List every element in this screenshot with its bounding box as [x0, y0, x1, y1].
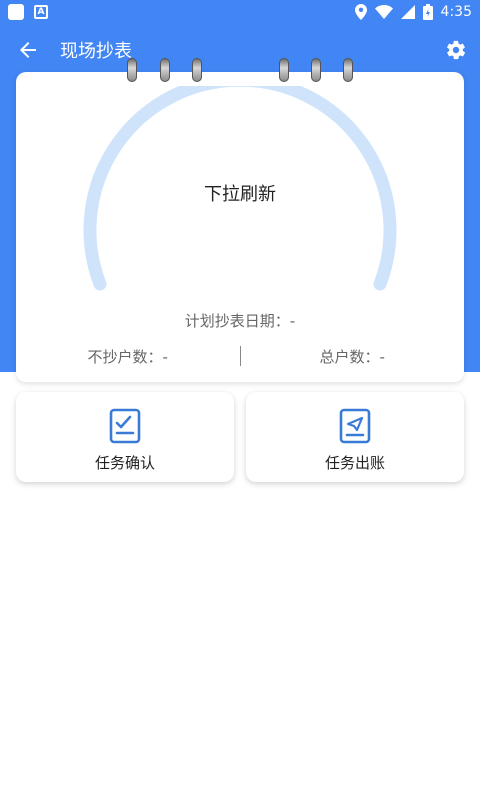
location-icon: [354, 4, 367, 20]
binder-ring: [192, 58, 202, 82]
task-confirm-icon: [109, 408, 141, 444]
meter-summary-card: 下拉刷新 计划抄表日期：- 不抄户数：- 总户数：-: [16, 72, 464, 382]
total-count: 总户数：-: [319, 347, 385, 366]
arrow-left-icon: [20, 42, 36, 58]
binder-ring: [160, 58, 170, 82]
plan-date-label: 计划抄表日期：-: [184, 312, 296, 330]
binder-ring: [127, 58, 137, 82]
binder-rings: [0, 58, 480, 84]
task-bill-icon: [339, 408, 371, 444]
binder-ring: [311, 58, 321, 82]
pull-to-refresh-hint: 下拉刷新: [204, 184, 276, 205]
task-confirm-label: 任务确认: [94, 454, 155, 472]
binder-ring: [279, 58, 289, 82]
notification-a-icon: A: [34, 5, 48, 19]
stats-row: 不抄户数：- 总户数：-: [16, 344, 464, 368]
task-bill-button[interactable]: 任务出账: [246, 392, 464, 482]
battery-icon: [422, 4, 433, 20]
binder-ring: [343, 58, 353, 82]
task-confirm-button[interactable]: 任务确认: [16, 392, 234, 482]
task-bill-label: 任务出账: [324, 454, 385, 472]
wifi-icon: [374, 5, 393, 19]
signal-icon: [400, 5, 415, 19]
notification-square-icon: [8, 4, 24, 20]
clock-time: 4:35: [440, 4, 472, 20]
status-bar: A 4:35: [0, 0, 480, 24]
not-read-count: 不抄户数：-: [87, 347, 168, 366]
